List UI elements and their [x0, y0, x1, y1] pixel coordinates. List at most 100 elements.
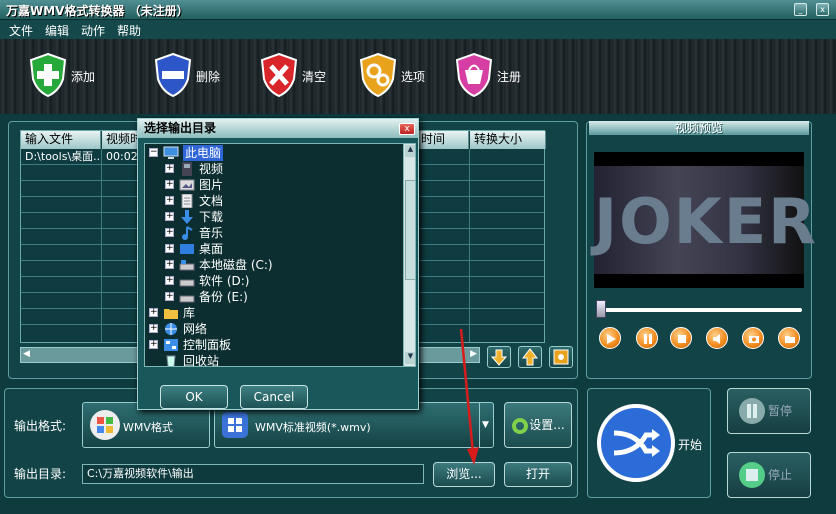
- library-icon: [164, 309, 178, 319]
- column-video-duration[interactable]: 视频时: [102, 131, 138, 149]
- tree-label: 库: [183, 306, 196, 320]
- stop-preview-button[interactable]: [670, 327, 692, 349]
- tree-label: 桌面: [199, 242, 224, 256]
- tree-item-recycle-bin[interactable]: 回收站: [149, 353, 399, 366]
- properties-icon: [553, 349, 569, 365]
- camera-icon: [749, 336, 759, 343]
- tree-label: 下载: [199, 210, 224, 224]
- network-icon: [165, 323, 177, 335]
- settings-button[interactable]: 设置...: [504, 402, 572, 448]
- system-drive-icon: [179, 260, 195, 271]
- move-down-button[interactable]: [487, 346, 511, 368]
- output-format-label: 输出格式:: [14, 419, 67, 433]
- register-label: 注册: [497, 70, 522, 84]
- pause-button[interactable]: 暂停: [727, 388, 811, 434]
- seek-handle[interactable]: [596, 300, 606, 318]
- tree-item-drive-e[interactable]: + 备份 (E:): [165, 289, 395, 305]
- gear-icon: [512, 418, 528, 434]
- tree-label: 控制面板: [183, 338, 232, 352]
- recycle-bin-icon: [166, 355, 176, 366]
- windows-logo-icon: [90, 410, 120, 440]
- dialog-close-icon[interactable]: x: [399, 123, 415, 135]
- menu-edit[interactable]: 编辑: [45, 22, 69, 39]
- output-dir-input[interactable]: C:\万嘉视频软件\输出: [82, 464, 424, 484]
- minimize-icon[interactable]: _: [794, 3, 807, 16]
- tree-item-downloads[interactable]: + 下载: [165, 209, 395, 225]
- move-up-button[interactable]: [518, 346, 542, 368]
- scroll-down-icon[interactable]: ▼: [405, 352, 415, 364]
- arrow-up-icon: [521, 348, 539, 366]
- clear-label: 清空: [302, 70, 327, 84]
- options-label: 选项: [401, 70, 426, 84]
- column-input-file[interactable]: 输入文件: [21, 131, 101, 149]
- open-folder-button[interactable]: [778, 327, 800, 349]
- pause-icon: [644, 334, 652, 344]
- scroll-up-icon[interactable]: ▲: [405, 145, 415, 157]
- format-value: WMV格式: [123, 421, 173, 434]
- scroll-left-icon[interactable]: ◀: [23, 349, 30, 359]
- windows-media-icon: [222, 412, 248, 438]
- tree-item-this-pc[interactable]: − 此电脑: [149, 145, 399, 161]
- volume-icon: [713, 334, 720, 344]
- play-icon: [607, 334, 616, 344]
- picture-folder-icon: [179, 179, 195, 191]
- menu-action[interactable]: 动作: [81, 22, 105, 39]
- dialog-ok-button[interactable]: OK: [160, 385, 228, 409]
- preview-title: 视频预览: [589, 121, 809, 135]
- tree-item-videos[interactable]: + 视频: [165, 161, 395, 177]
- stop-icon: [678, 335, 686, 343]
- arrow-down-icon: [490, 349, 508, 366]
- output-dir-label: 输出目录:: [14, 467, 67, 481]
- close-icon[interactable]: x: [816, 3, 829, 16]
- start-panel[interactable]: 开始: [587, 388, 711, 498]
- menu-file[interactable]: 文件: [9, 22, 33, 39]
- tree-scroll-thumb[interactable]: [405, 180, 415, 280]
- tree-item-network[interactable]: + 网络: [149, 321, 399, 337]
- pause-preview-button[interactable]: [636, 327, 658, 349]
- tree-item-pictures[interactable]: + 图片: [165, 177, 395, 193]
- open-output-button[interactable]: 打开: [504, 462, 572, 487]
- stop-circle-icon: [739, 462, 765, 488]
- snapshot-button[interactable]: [742, 327, 764, 349]
- tree-label: 备份 (E:): [199, 290, 248, 304]
- start-convert-icon: [597, 404, 675, 482]
- column-output-size[interactable]: 转换大小: [470, 131, 546, 149]
- play-button[interactable]: [599, 327, 621, 349]
- video-frame-text: JOKER: [594, 185, 818, 258]
- start-label: 开始: [678, 438, 703, 452]
- tree-item-music[interactable]: + 音乐: [165, 225, 395, 241]
- stop-button[interactable]: 停止: [727, 452, 811, 498]
- delete-shield-icon: [154, 53, 192, 97]
- desktop-icon: [180, 244, 194, 254]
- download-icon: [181, 210, 193, 224]
- volume-button[interactable]: [706, 327, 728, 349]
- drive-icon: [179, 279, 195, 287]
- tree-item-control-panel[interactable]: + 控制面板: [149, 337, 399, 353]
- drive-icon: [179, 295, 195, 303]
- dialog-title: 选择输出目录: [138, 119, 418, 138]
- column-time[interactable]: 时间: [417, 131, 469, 149]
- clear-shield-icon: [260, 53, 298, 97]
- tree-item-libraries[interactable]: + 库: [149, 305, 399, 321]
- stop-label: 停止: [767, 468, 792, 482]
- file-properties-button[interactable]: [549, 346, 573, 368]
- cell-duration: 00:02: [106, 150, 138, 163]
- window-title: 万嘉WMV格式转换器 （未注册）: [6, 4, 189, 18]
- tree-item-desktop[interactable]: + 桌面: [165, 241, 395, 257]
- pause-circle-icon: [739, 398, 765, 424]
- title-bar: 万嘉WMV格式转换器 （未注册） _ x: [0, 0, 836, 20]
- folder-tree[interactable]: − 此电脑 + 视频 + 图片 + 文档 + 下载 + 音乐 + 桌面 + 本地磁盘 (C:)…: [144, 143, 416, 367]
- tree-label: 文档: [199, 194, 224, 208]
- folder-icon: [785, 336, 795, 343]
- dialog-cancel-button[interactable]: Cancel: [240, 385, 308, 409]
- tree-item-drive-c[interactable]: + 本地磁盘 (C:): [165, 257, 395, 273]
- tree-item-drive-d[interactable]: + 软件 (D:): [165, 273, 395, 289]
- tree-label: 此电脑: [183, 145, 224, 161]
- seek-bar[interactable]: [596, 308, 802, 312]
- tree-item-documents[interactable]: + 文档: [165, 193, 395, 209]
- computer-icon: [163, 146, 179, 159]
- tree-label: 视频: [199, 162, 224, 176]
- tree-scrollbar[interactable]: ▲ ▼: [403, 144, 415, 366]
- menu-help[interactable]: 帮助: [117, 22, 141, 39]
- tree-label: 音乐: [199, 226, 224, 240]
